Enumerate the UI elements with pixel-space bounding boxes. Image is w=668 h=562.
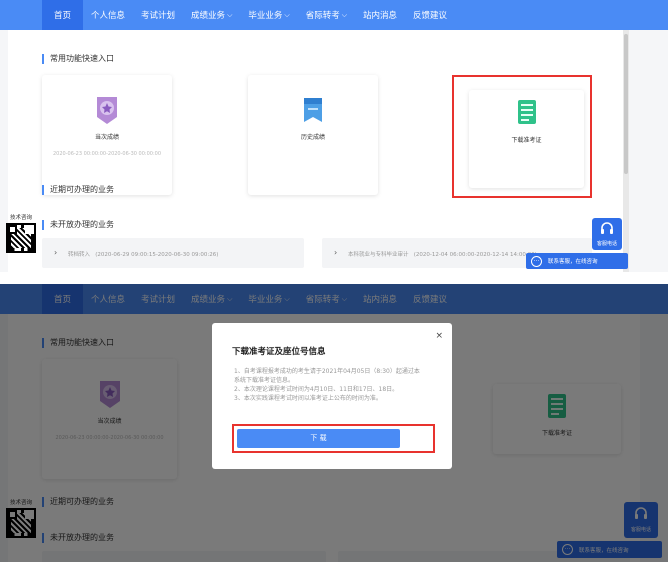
homepage-modal-panel: 首页 个人信息 考试计划 成绩业务⌵ 毕业业务⌵ 省际转考⌵ 站内消息 反馈建议… — [0, 284, 668, 562]
qr-caption: 技术咨询 — [9, 215, 32, 221]
section-not-open: 未开放办理的业务 — [42, 220, 114, 230]
chat-label: 联系客服，在线咨询 — [548, 259, 598, 265]
modal-note: 1、自考课程报考成功的考生请于2021年04月05日（8:30）起通过本系统下载… — [234, 368, 420, 384]
nav-item-exam-plan[interactable]: 考试计划 — [133, 0, 183, 30]
nav-item-transfer[interactable]: 省际转考⌵ — [298, 0, 355, 30]
card-current-score[interactable]: 当次成绩 2020-06-23 00:00:00-2020-06-30 00:0… — [42, 75, 172, 195]
card-label: 当次成绩 — [94, 134, 119, 141]
nav-item-feedback[interactable]: 反馈建议 — [405, 0, 455, 30]
card-label: 历史成绩 — [300, 134, 325, 141]
admit-card-modal: × 下载准考证及座位号信息 1、自考课程报考成功的考生请于2021年04月05日… — [212, 323, 452, 469]
highlight-box — [232, 424, 435, 453]
chevron-right-icon: › — [334, 248, 338, 257]
chevron-right-icon: › — [54, 248, 58, 257]
chevron-down-icon: ⌵ — [284, 10, 290, 19]
nav-label: 成绩业务 — [191, 11, 226, 21]
homepage-panel: 首页 个人信息 考试计划 成绩业务 ⌵ 毕业业务 ⌵ 省际转考 ⌵ 站内消息 反馈建议… — [0, 0, 668, 272]
section-recent: 近期可办理的业务 — [42, 185, 114, 195]
task-label: 本科就业与专科毕业审计 — [348, 252, 409, 258]
chevron-down-icon: ⌵ — [227, 10, 233, 19]
section-quick-entry: 常用功能快速入口 — [42, 54, 114, 64]
chevron-down-icon: ⌵ — [341, 10, 348, 19]
headset-icon — [601, 222, 613, 234]
main-content: 常用功能快速入口 当次成绩 2020-06-23 00:00:00-2020-0… — [8, 30, 626, 272]
history-icon — [304, 98, 322, 122]
task-text: 本科就业与专科毕业审计 (2020-12-04 06:00:00-2020-12… — [348, 250, 537, 258]
nav-item-personal-info[interactable]: 个人信息 — [83, 0, 133, 30]
modal-note: 3、本次实践课程考试时间以准考证上公布的时间为准。 — [234, 395, 382, 402]
chat-icon: ··· — [531, 255, 542, 267]
nav-item-messages[interactable]: 站内消息 — [355, 0, 405, 30]
close-icon[interactable]: × — [435, 331, 443, 341]
modal-note: 2、本次理论课程考试时间为4月10日、11日和17日、18日。 — [234, 386, 399, 393]
scrollbar[interactable] — [623, 30, 629, 272]
nav-label: 省际转考 — [305, 11, 340, 21]
modal-notes: 1、自考课程报考成功的考生请于2021年04月05日（8:30）起通过本系统下载… — [234, 367, 424, 403]
highlight-box — [452, 75, 592, 198]
qr-consult: 技术咨询 — [6, 213, 36, 253]
task-date: (2020-06-29 09:00:15-2020-06-30 09:00:26… — [95, 252, 219, 258]
nav-label: 毕业业务 — [248, 11, 283, 21]
nav-label: 反馈建议 — [413, 11, 448, 21]
modal-title: 下载准考证及座位号信息 — [232, 347, 326, 357]
qr-code — [6, 223, 36, 253]
nav-item-score-business[interactable]: 成绩业务⌵ — [183, 0, 240, 30]
nav-label: 站内消息 — [363, 11, 398, 21]
card-history-score[interactable]: 历史成绩 — [248, 75, 378, 195]
online-chat-button[interactable]: ··· 联系客服，在线咨询 — [526, 253, 628, 269]
card-date: 2020-06-23 00:00:00-2020-06-30 00:00:00 — [52, 151, 161, 157]
service-label: 客服电话 — [596, 241, 617, 247]
nav-label: 个人信息 — [91, 11, 126, 21]
screenshot-divider — [0, 272, 668, 284]
medal-icon — [97, 97, 117, 124]
task-label: 转档转入 — [68, 252, 91, 258]
nav-item-graduation[interactable]: 毕业业务⌵ — [240, 0, 297, 30]
task-date: (2020-12-04 06:00:00-2020-12-14 14:00:00… — [413, 252, 537, 258]
task-text: 转档转入 (2020-06-29 09:00:15-2020-06-30 09:… — [68, 250, 218, 258]
task-item[interactable]: › 转档转入 (2020-06-29 09:00:15-2020-06-30 0… — [42, 238, 304, 268]
nav-label: 首页 — [54, 11, 72, 21]
nav-item-home[interactable]: 首页 — [42, 0, 84, 30]
service-phone-button[interactable]: 客服电话 — [592, 218, 622, 250]
top-nav: 首页 个人信息 考试计划 成绩业务⌵ 毕业业务⌵ 省际转考⌵ 站内消息 反馈建议 — [0, 0, 668, 30]
nav-label: 考试计划 — [141, 11, 176, 21]
scrollbar-thumb[interactable] — [624, 34, 628, 174]
